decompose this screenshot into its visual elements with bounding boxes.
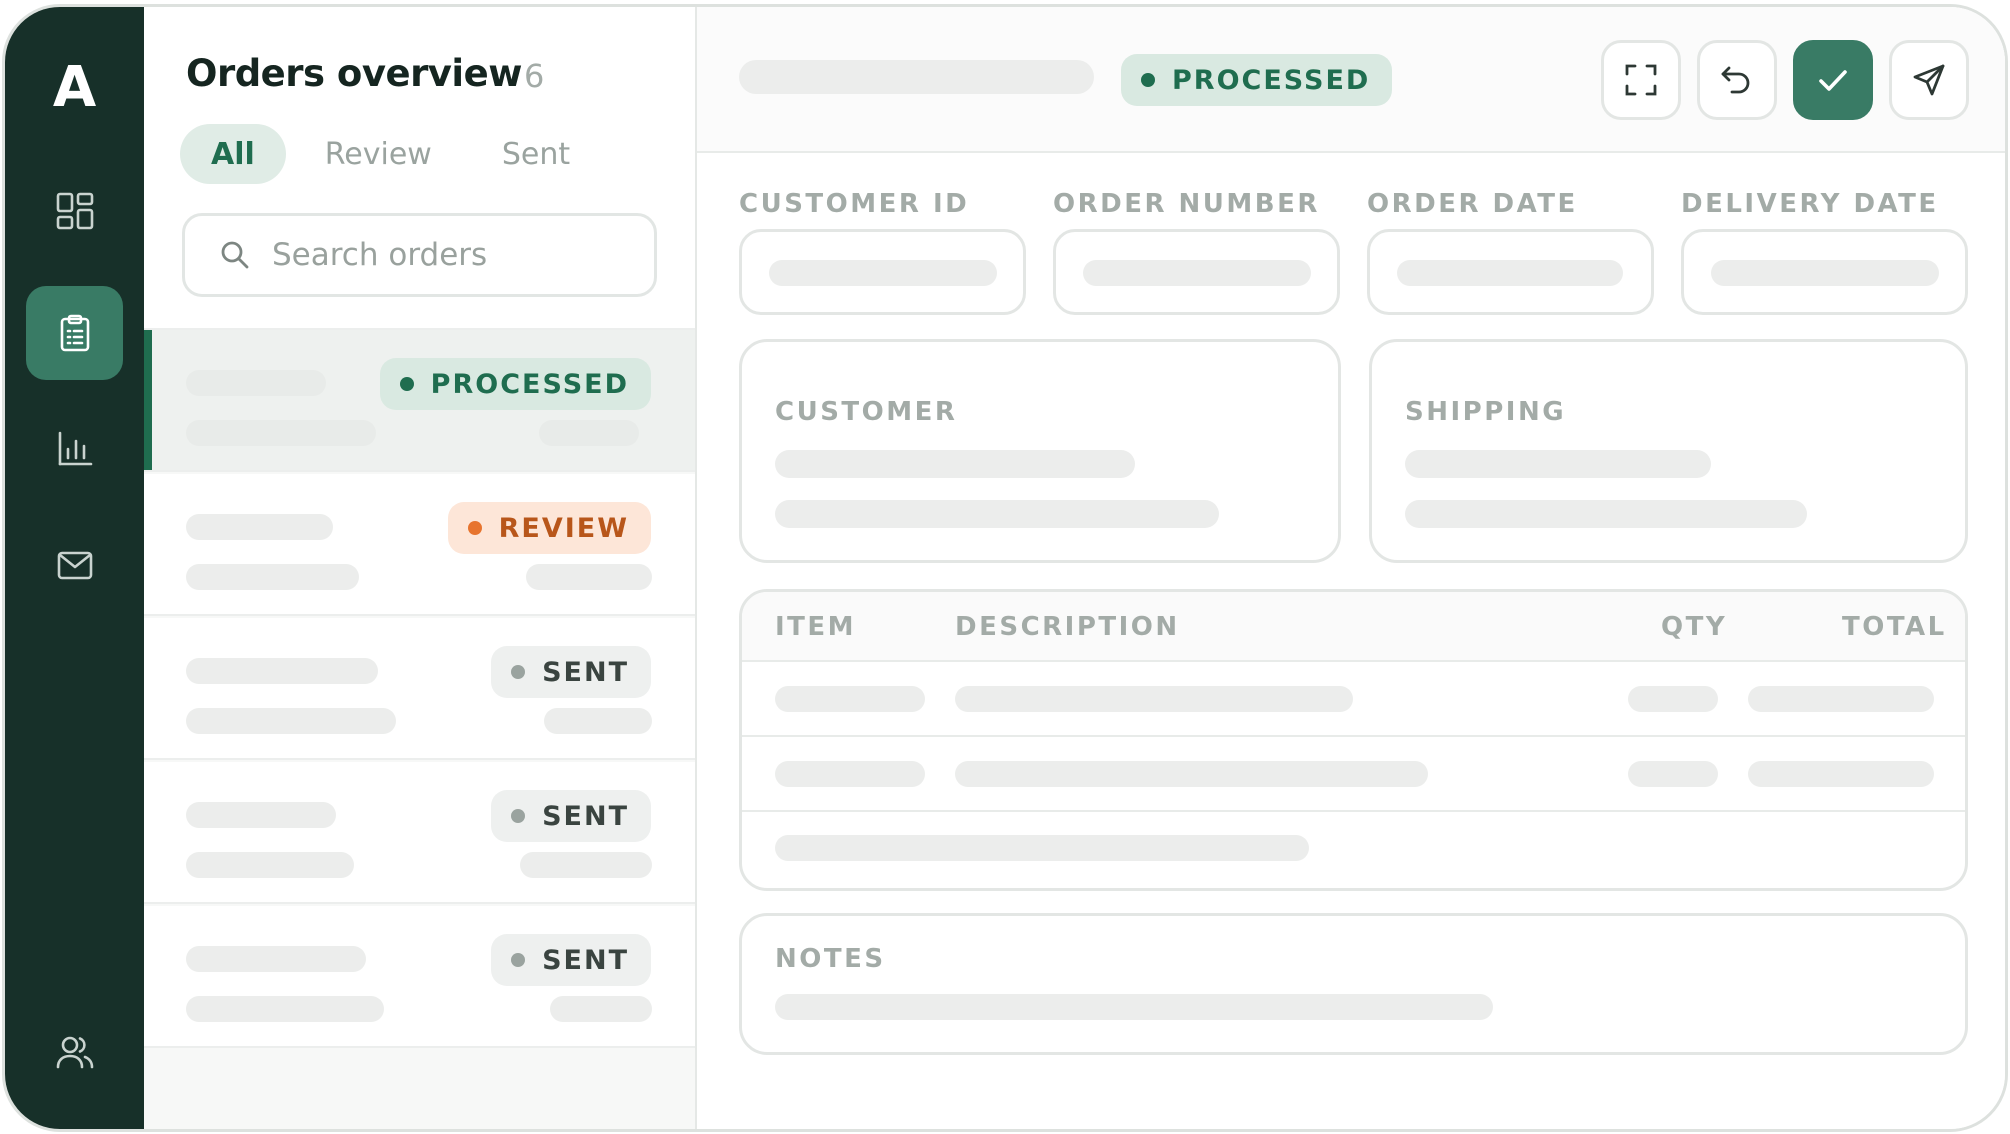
delivery-date-field[interactable]	[1681, 229, 1968, 315]
notes-section-title: NOTES	[775, 944, 886, 974]
column-header-total: TOTAL	[1842, 612, 1947, 642]
table-row[interactable]	[742, 737, 1965, 812]
order-row-1[interactable]: PROCESSED	[144, 330, 695, 472]
status-badge: PROCESSED	[379, 358, 651, 410]
field-label-delivery-date: DELIVERY DATE	[1681, 189, 1939, 219]
check-icon	[1819, 70, 1847, 91]
column-header-qty: QTY	[1661, 612, 1728, 642]
customer-section-title: CUSTOMER	[775, 397, 958, 427]
search-box[interactable]	[182, 213, 657, 297]
detail-header: PROCESSED	[697, 7, 2005, 153]
app-logo: A	[52, 55, 97, 120]
shipping-section-title: SHIPPING	[1405, 397, 1567, 427]
order-title-placeholder	[739, 60, 1094, 94]
column-header-item: ITEM	[775, 612, 857, 642]
customer-id-field[interactable]	[739, 229, 1026, 315]
order-date-field[interactable]	[1367, 229, 1654, 315]
field-label-order-date: ORDER DATE	[1367, 189, 1578, 219]
undo-button[interactable]	[1697, 40, 1777, 120]
nav-dashboard[interactable]	[26, 164, 123, 258]
nav-team[interactable]	[26, 1005, 123, 1099]
page-title: Orders overview	[186, 52, 522, 95]
orders-list-header: Orders overview 6 All Review Sent	[144, 7, 695, 330]
column-header-description: DESCRIPTION	[955, 612, 1180, 642]
order-row-2[interactable]: REVIEW	[144, 474, 695, 616]
tab-sent[interactable]: Sent	[471, 124, 601, 184]
orders-count: 6	[524, 57, 545, 95]
approve-button[interactable]	[1793, 40, 1873, 120]
order-row-4[interactable]: SENT	[144, 762, 695, 904]
clipboard-list-icon	[60, 314, 89, 352]
app-window: A Orders overview 6 All Review Sent Sear…	[2, 4, 2008, 1132]
customer-card: CUSTOMER	[739, 339, 1341, 563]
notes-card[interactable]: NOTES	[739, 913, 1968, 1055]
order-row-3[interactable]: SENT	[144, 618, 695, 760]
send-button[interactable]	[1889, 40, 1969, 120]
status-badge: SENT	[491, 646, 651, 698]
tab-review[interactable]: Review	[294, 124, 463, 184]
items-table: ITEM DESCRIPTION QTY TOTAL	[739, 589, 1968, 891]
expand-icon	[1625, 64, 1657, 96]
tab-all[interactable]: All	[180, 124, 286, 184]
items-table-header: ITEM DESCRIPTION QTY TOTAL	[742, 592, 1965, 662]
search-icon	[221, 241, 249, 269]
order-status-badge: PROCESSED	[1121, 54, 1393, 106]
shipping-card: SHIPPING	[1369, 339, 1968, 563]
mail-icon	[57, 551, 92, 580]
order-number-field[interactable]	[1053, 229, 1340, 315]
search-input[interactable]	[272, 237, 632, 273]
bar-chart-icon	[58, 431, 92, 466]
order-row-5[interactable]: SENT	[144, 906, 695, 1048]
status-badge: SENT	[491, 790, 651, 842]
table-row[interactable]	[742, 662, 1965, 737]
nav-orders[interactable]	[26, 286, 123, 380]
field-label-order-number: ORDER NUMBER	[1053, 189, 1320, 219]
table-summary-placeholder	[775, 835, 1309, 861]
expand-button[interactable]	[1601, 40, 1681, 120]
dashboard-grid-icon	[56, 192, 93, 230]
orders-list-panel: Orders overview 6 All Review Sent PROCES…	[144, 7, 697, 1129]
filter-tabs: All Review Sent	[180, 124, 601, 184]
field-label-customer-id: CUSTOMER ID	[739, 189, 970, 219]
order-detail-panel: PROCESSED CUSTOMER ID ORDER NUMBER ORDER…	[697, 7, 2005, 1129]
nav-analytics[interactable]	[26, 402, 123, 496]
send-icon	[1913, 64, 1945, 96]
status-badge: SENT	[491, 934, 651, 986]
nav-rail: A	[5, 7, 144, 1129]
users-icon	[56, 1036, 93, 1069]
undo-icon	[1721, 66, 1750, 94]
status-badge: REVIEW	[447, 502, 651, 554]
nav-messages[interactable]	[26, 518, 123, 612]
